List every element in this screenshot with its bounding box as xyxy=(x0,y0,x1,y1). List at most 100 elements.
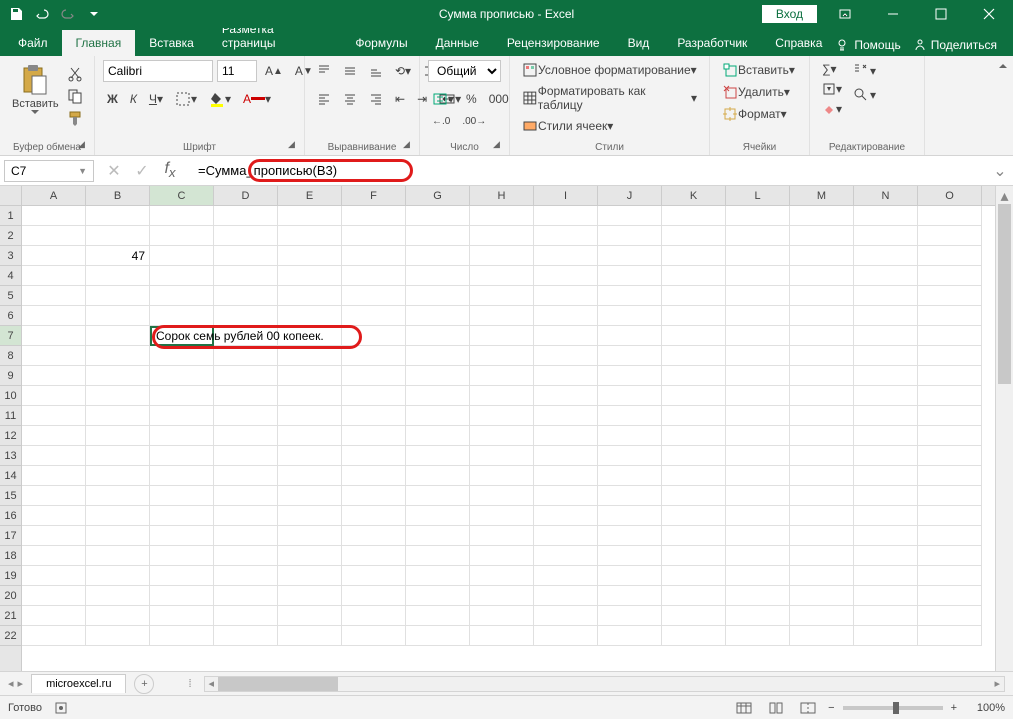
cell[interactable] xyxy=(86,606,150,626)
cell[interactable] xyxy=(662,246,726,266)
cell[interactable] xyxy=(278,526,342,546)
cell[interactable] xyxy=(598,426,662,446)
cell[interactable] xyxy=(534,246,598,266)
sort-filter-icon[interactable]: ▾ xyxy=(848,60,880,82)
dialog-launcher-icon[interactable]: ◢ xyxy=(288,139,300,151)
cell[interactable] xyxy=(22,206,86,226)
cell[interactable] xyxy=(662,606,726,626)
cell[interactable] xyxy=(598,486,662,506)
cell[interactable] xyxy=(854,346,918,366)
cell[interactable] xyxy=(662,386,726,406)
cell[interactable] xyxy=(86,306,150,326)
cell[interactable] xyxy=(406,246,470,266)
cell[interactable] xyxy=(150,466,214,486)
cell[interactable] xyxy=(214,586,278,606)
login-button[interactable]: Вход xyxy=(762,5,817,23)
row-header[interactable]: 4 xyxy=(0,266,21,286)
cell[interactable] xyxy=(534,546,598,566)
bold-button[interactable]: Ж xyxy=(103,90,122,108)
format-as-table-button[interactable]: Форматировать как таблицу▾ xyxy=(518,82,701,114)
cell[interactable] xyxy=(662,326,726,346)
cell[interactable] xyxy=(534,266,598,286)
cell[interactable] xyxy=(278,566,342,586)
cell[interactable] xyxy=(406,266,470,286)
cell[interactable] xyxy=(854,486,918,506)
cell[interactable] xyxy=(598,206,662,226)
cell[interactable] xyxy=(406,466,470,486)
border-icon[interactable]: ▾ xyxy=(171,89,201,109)
tab-developer[interactable]: Разработчик xyxy=(663,30,761,56)
cell[interactable] xyxy=(790,626,854,646)
cell[interactable] xyxy=(278,306,342,326)
enter-formula-icon[interactable]: ✓ xyxy=(130,160,154,182)
cell[interactable] xyxy=(854,386,918,406)
cell[interactable] xyxy=(342,306,406,326)
find-select-icon[interactable]: ▾ xyxy=(848,84,880,106)
row-header[interactable]: 7 xyxy=(0,326,21,346)
column-header[interactable]: O xyxy=(918,186,982,205)
cell[interactable] xyxy=(918,626,982,646)
cell[interactable] xyxy=(726,286,790,306)
cell[interactable] xyxy=(854,366,918,386)
cell[interactable] xyxy=(278,626,342,646)
cell[interactable] xyxy=(214,466,278,486)
cell[interactable] xyxy=(918,586,982,606)
ribbon-options-icon[interactable] xyxy=(825,0,865,28)
cell[interactable] xyxy=(854,426,918,446)
cell[interactable] xyxy=(214,506,278,526)
cell[interactable] xyxy=(342,206,406,226)
cell[interactable] xyxy=(214,486,278,506)
cell[interactable] xyxy=(790,426,854,446)
cell[interactable] xyxy=(918,226,982,246)
cell[interactable] xyxy=(342,246,406,266)
cell[interactable] xyxy=(22,246,86,266)
cell[interactable] xyxy=(854,306,918,326)
cell[interactable] xyxy=(918,366,982,386)
cell[interactable] xyxy=(726,206,790,226)
cell[interactable] xyxy=(406,626,470,646)
cell[interactable] xyxy=(918,326,982,346)
cell[interactable] xyxy=(790,386,854,406)
cell[interactable] xyxy=(214,606,278,626)
cell[interactable] xyxy=(662,286,726,306)
cell[interactable] xyxy=(726,606,790,626)
cell[interactable] xyxy=(342,286,406,306)
tab-review[interactable]: Рецензирование xyxy=(493,30,614,56)
cell[interactable] xyxy=(790,406,854,426)
cell[interactable] xyxy=(150,566,214,586)
tab-insert[interactable]: Вставка xyxy=(135,30,208,56)
cell[interactable] xyxy=(598,466,662,486)
column-header[interactable]: L xyxy=(726,186,790,205)
row-header[interactable]: 20 xyxy=(0,586,21,606)
cell[interactable] xyxy=(406,426,470,446)
cell[interactable] xyxy=(790,586,854,606)
cell[interactable] xyxy=(470,226,534,246)
cell[interactable] xyxy=(86,346,150,366)
cell[interactable] xyxy=(534,366,598,386)
cell[interactable] xyxy=(918,526,982,546)
cell[interactable] xyxy=(918,306,982,326)
cell[interactable] xyxy=(854,446,918,466)
cell[interactable] xyxy=(790,266,854,286)
cell[interactable] xyxy=(598,406,662,426)
cell[interactable] xyxy=(534,386,598,406)
cell[interactable] xyxy=(406,446,470,466)
row-header[interactable]: 13 xyxy=(0,446,21,466)
cell[interactable] xyxy=(406,286,470,306)
cell[interactable] xyxy=(214,446,278,466)
font-color-icon[interactable]: A▾ xyxy=(239,90,275,108)
cell[interactable] xyxy=(86,366,150,386)
column-header[interactable]: A xyxy=(22,186,86,205)
cell[interactable] xyxy=(150,626,214,646)
cell[interactable] xyxy=(534,206,598,226)
cell[interactable] xyxy=(406,366,470,386)
cell[interactable] xyxy=(470,486,534,506)
cell[interactable] xyxy=(662,306,726,326)
cell[interactable] xyxy=(278,386,342,406)
cell[interactable] xyxy=(278,546,342,566)
cell[interactable] xyxy=(918,546,982,566)
row-header[interactable]: 19 xyxy=(0,566,21,586)
cell[interactable] xyxy=(854,406,918,426)
cell[interactable] xyxy=(342,586,406,606)
cell[interactable] xyxy=(726,466,790,486)
